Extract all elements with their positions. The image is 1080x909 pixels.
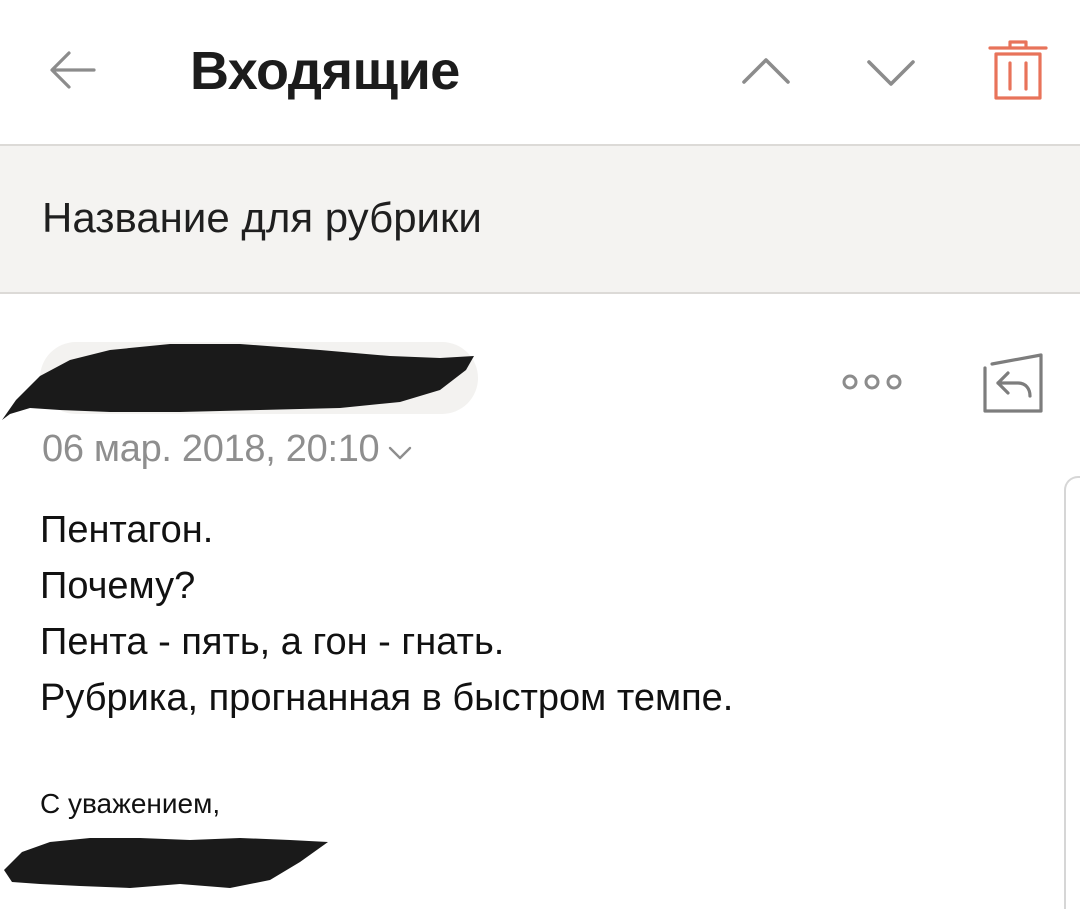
body-line: Пента - пять, а гон - гнать. [40,621,505,663]
message-subject: Название для рубрики [42,194,482,241]
more-actions-button[interactable] [838,366,906,398]
message-date: 06 мар. 2018, 20:10 [42,427,380,470]
folder-title: Входящие [190,41,460,101]
chevron-down-icon [867,60,915,86]
body-line: Рубрика, прогнанная в быстром темпе. [40,677,734,719]
message-body: Пентагон. Почему? Пента - пять, а гон - … [40,502,1040,726]
chevron-up-icon [742,58,790,84]
body-line: Пентагон. [40,509,214,551]
chevron-down-icon [389,446,412,460]
scroll-edge [1064,476,1080,909]
next-message-button[interactable] [861,42,921,102]
back-button[interactable] [44,40,104,100]
message-date-toggle[interactable]: 06 мар. 2018, 20:10 [42,424,413,474]
previous-message-button[interactable] [736,42,796,102]
arrow-left-icon [50,51,96,89]
signature-greeting: С уважением, [40,788,221,819]
subject-band: Название для рубрики [0,144,1080,294]
top-app-bar: Входящие [0,0,1080,144]
reply-button[interactable] [982,352,1044,414]
body-line: Почему? [40,565,196,607]
reply-icon [983,353,1043,413]
delete-button[interactable] [986,38,1050,104]
more-dots-icon [842,374,902,390]
email-view-screen: Входящие Название для рубрики 06 мар. 20… [0,0,1080,909]
trash-icon [988,40,1048,100]
signature-redaction-mark [4,838,328,888]
sender-redaction-mark [2,344,474,420]
